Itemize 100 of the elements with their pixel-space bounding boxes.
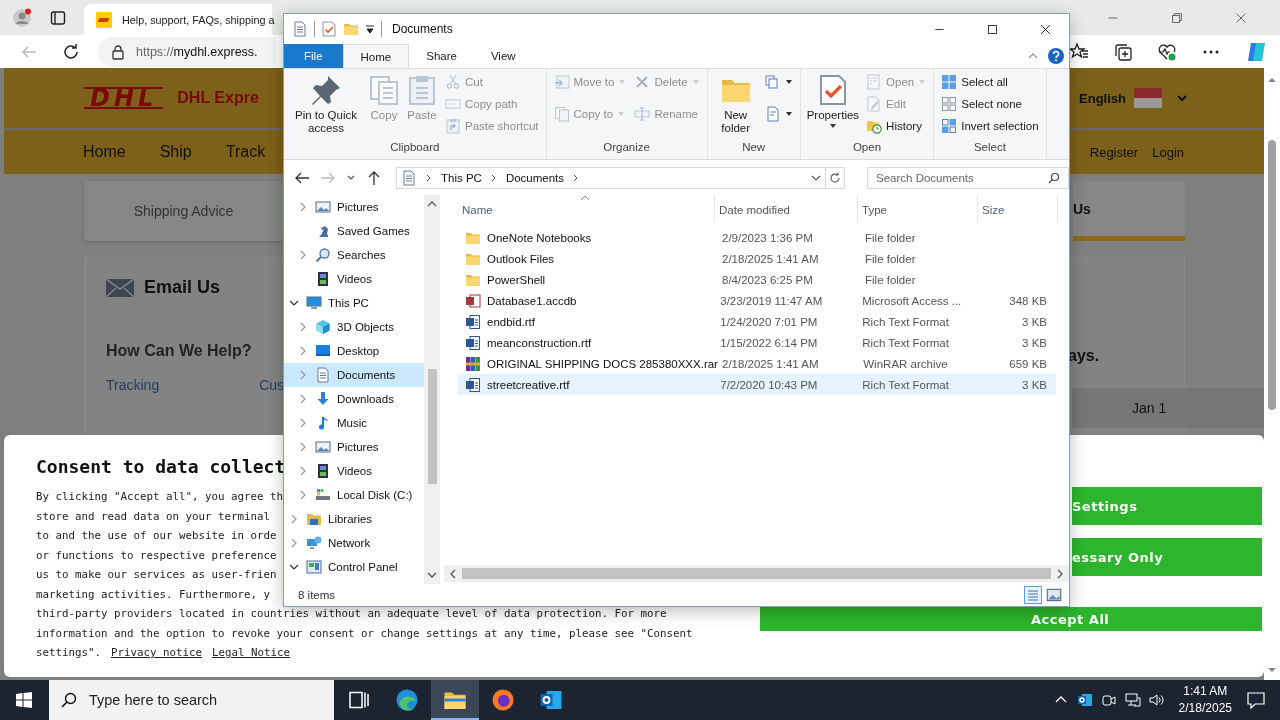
scroll-right-icon[interactable] [1055, 568, 1065, 579]
collections-icon[interactable] [1113, 41, 1133, 62]
refresh-button[interactable] [825, 166, 845, 189]
address-field[interactable]: This PC Documents [396, 166, 826, 189]
scrollbar-thumb[interactable] [427, 369, 437, 484]
file-row[interactable]: Database1.accdb 3/23/2019 11:47 AM Microsoft Access ... 348 KB [458, 290, 1056, 311]
chevron-right-icon[interactable] [289, 514, 299, 524]
chevron-right-icon[interactable] [298, 394, 308, 404]
navigation-item[interactable]: Documents [284, 363, 424, 387]
navigation-item[interactable]: Downloads [284, 387, 424, 411]
caret-down-icon[interactable] [365, 24, 375, 34]
ribbon-tab[interactable]: View [473, 44, 533, 68]
file-row[interactable]: streetcreative.rtf 7/2/2020 10:43 PM Rich Text Format 3 KB [458, 374, 1056, 395]
navigation-item[interactable]: This PC [284, 291, 424, 315]
details-view-icon[interactable] [1024, 586, 1042, 604]
notification-icon[interactable] [1246, 690, 1266, 710]
chevron-right-icon[interactable] [298, 322, 308, 332]
policy-link[interactable]: Privacy notice [111, 643, 203, 663]
help-heading: How Can We Help? [106, 342, 253, 360]
help-icon[interactable] [1048, 48, 1064, 64]
ribbon-tab[interactable]: Share [409, 44, 474, 68]
windows-logo-icon[interactable] [16, 692, 32, 708]
chevron-right-icon[interactable] [298, 346, 308, 356]
navigation-item[interactable]: Local Disk (C:) [284, 483, 424, 507]
up-icon[interactable] [366, 169, 382, 186]
search-field[interactable]: Search Documents [867, 166, 1069, 189]
copy-icon [368, 74, 400, 106]
ribbon-tab[interactable]: File [284, 44, 343, 68]
invert-button[interactable]: Invert selection [938, 116, 1042, 136]
navigation-item[interactable]: Desktop [284, 339, 424, 363]
address-bar[interactable]: https://mydhl.express. [98, 36, 276, 67]
navigation-item[interactable]: Control Panel [284, 555, 424, 579]
file-row[interactable]: endbid.rtf 1/24/2020 7:01 PM Rich Text Format 3 KB [458, 311, 1056, 332]
consent-text-line: By clicking "Accept all", you agree th [36, 489, 283, 505]
scroll-left-icon[interactable] [448, 568, 458, 579]
navigation-item[interactable]: Searches [284, 243, 424, 267]
file-row[interactable]: ORIGINAL SHIPPING DOCS 285380XXX.rar 2/18/2025 1:41 AM WinRAR archive 659 KB [458, 353, 1056, 374]
chevron-right-icon[interactable] [289, 538, 299, 548]
history-button[interactable]: History [863, 116, 930, 136]
chevron-right-icon[interactable] [298, 490, 308, 500]
network-icon[interactable] [1124, 692, 1141, 708]
navigation-item[interactable]: Pictures [284, 435, 424, 459]
profile-icon[interactable] [12, 7, 32, 28]
scrollbar[interactable] [444, 565, 1069, 582]
pin-button[interactable]: Pin to Quick access [288, 72, 364, 137]
file-row[interactable]: Outlook Files 2/18/2025 1:41 AM File folder [458, 248, 1056, 269]
restore-icon[interactable] [1170, 10, 1184, 25]
file-row[interactable]: PowerShell 8/4/2023 6:25 PM File folder [458, 269, 1056, 290]
contact-tab[interactable]: Us [1073, 181, 1185, 241]
refresh-icon[interactable] [62, 42, 80, 61]
select-none-button[interactable]: Select none [938, 94, 1042, 114]
navigation-item[interactable]: 3D Objects [284, 315, 424, 339]
new-folder-button[interactable]: New folder [711, 72, 760, 137]
chevron-right-icon[interactable] [298, 202, 308, 212]
properties-button[interactable]: Properties [804, 72, 862, 132]
breadcrumb[interactable]: Documents [505, 171, 565, 184]
taskbar-search-field[interactable]: Type here to search [49, 680, 334, 720]
navigation-item[interactable]: Music [284, 411, 424, 435]
chevron-down-icon[interactable] [289, 298, 299, 308]
file-row[interactable]: OneNote Notebooks 2/9/2023 1:36 PM File folder [458, 227, 1056, 248]
taskbar-app-button[interactable] [431, 680, 479, 720]
column-header[interactable]: Size [978, 195, 1058, 222]
properties-icon[interactable] [321, 21, 337, 37]
collapse-ribbon-icon[interactable] [1028, 51, 1038, 61]
chevron-right-icon[interactable] [298, 466, 308, 476]
scroll-down-icon[interactable] [1268, 666, 1276, 674]
scroll-up-icon[interactable] [427, 199, 437, 209]
scroll-down-icon[interactable] [427, 570, 437, 580]
large-icons-view-icon[interactable] [1045, 586, 1063, 604]
navigation-item[interactable]: Network [284, 531, 424, 555]
clock[interactable]: 1:41 AM 2/18/2025 [1178, 683, 1232, 717]
scroll-up-icon[interactable] [1268, 76, 1276, 84]
navigation-item[interactable]: Videos [284, 459, 424, 483]
navigation-item[interactable]: Saved Games [284, 219, 424, 243]
mail-app-icon[interactable] [1076, 692, 1093, 708]
volume-icon[interactable] [1148, 692, 1165, 708]
tab-actions-icon[interactable] [50, 9, 66, 26]
page-scrollbar[interactable] [1264, 68, 1280, 680]
column-header[interactable]: Date modified [715, 195, 858, 222]
camera-icon[interactable] [1100, 692, 1117, 708]
chevron-down-icon[interactable] [289, 562, 299, 572]
ribbon-tab[interactable]: Home [342, 44, 410, 68]
ribbon-group-label: New [742, 141, 766, 155]
navigation-item[interactable]: Videos [284, 267, 424, 291]
policy-link[interactable]: Legal Notice [212, 643, 291, 663]
chevron-right-icon[interactable] [298, 250, 308, 260]
select-all-button[interactable]: Select all [938, 72, 1042, 92]
scrollbar[interactable] [424, 195, 440, 584]
column-header[interactable]: Name [458, 195, 715, 222]
shipping-advice-tab[interactable]: Shipping Advice [84, 181, 283, 241]
scrollbar-thumb[interactable] [462, 568, 1051, 579]
breadcrumb[interactable]: This PC [441, 171, 482, 184]
chevron-right-icon[interactable] [298, 442, 308, 452]
scrollbar-thumb[interactable] [1268, 140, 1276, 410]
file-row[interactable]: meanconstruction.rtf 1/15/2022 6:14 PM Rich Text Format 3 KB [458, 332, 1056, 353]
navigation-item[interactable]: Libraries [284, 507, 424, 531]
navigation-item[interactable]: Pictures [284, 195, 424, 219]
chevron-right-icon[interactable] [298, 370, 308, 380]
chevron-right-icon[interactable] [298, 418, 308, 428]
column-header[interactable]: Type [858, 195, 978, 222]
